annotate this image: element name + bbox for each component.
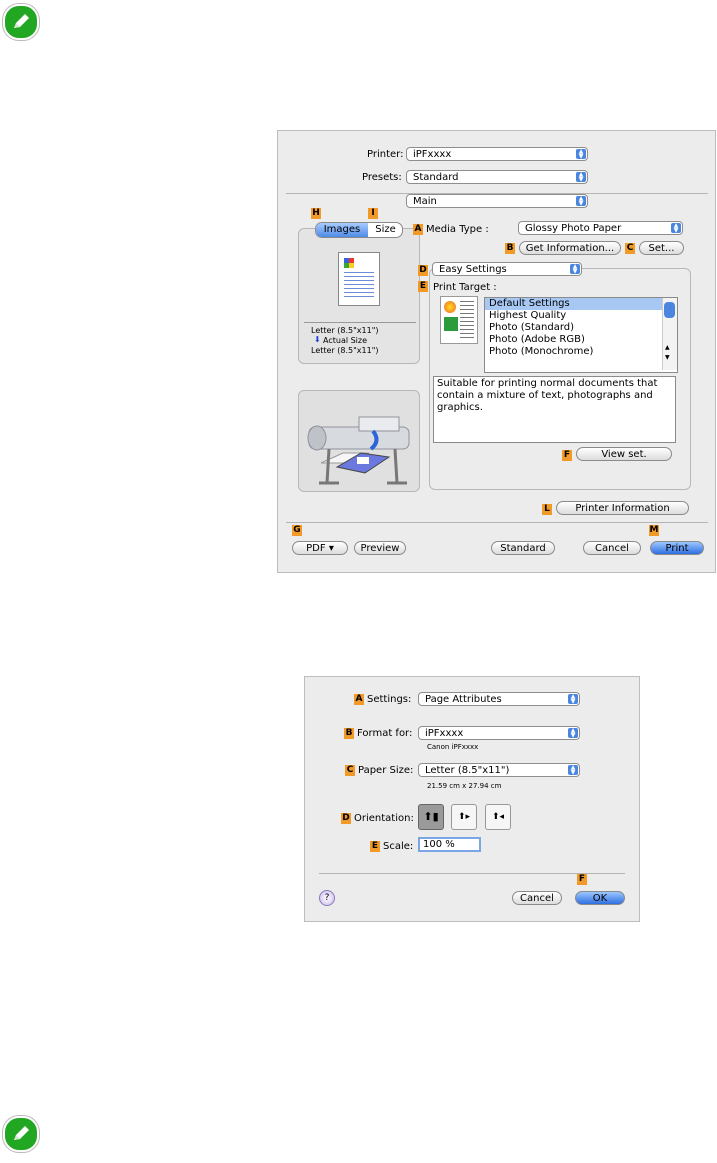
printer-select[interactable]: iPFxxxx ▲ ▼	[406, 147, 588, 161]
popup-arrow-icon: ▲ ▼	[568, 728, 578, 739]
list-scrollbar[interactable]: ▲ ▼	[662, 298, 677, 370]
popup-arrow-icon: ▲ ▼	[568, 765, 578, 776]
key-d: D	[418, 265, 428, 276]
key-c: C	[345, 765, 355, 776]
orientation-landscape-icon[interactable]: ⬆▸	[451, 804, 477, 830]
settings-label: Settings:	[367, 694, 412, 705]
separator	[304, 322, 416, 323]
key-h: H	[311, 208, 321, 219]
preview-size-to: Letter (8.5"x11")	[311, 346, 379, 355]
print-button[interactable]: Print	[650, 541, 704, 555]
tab-size[interactable]: Size	[369, 223, 402, 237]
popup-arrow-icon: ▲ ▼	[570, 264, 580, 275]
printer-illustration	[298, 390, 420, 492]
key-g: G	[292, 525, 302, 536]
print-target-label: Print Target :	[433, 282, 497, 293]
popup-arrow-icon: ▲ ▼	[576, 196, 586, 207]
popup-arrow-icon: ▲ ▼	[576, 149, 586, 160]
easy-settings-select[interactable]: Easy Settings ▲ ▼	[432, 262, 582, 276]
cancel-button[interactable]: Cancel	[583, 541, 641, 555]
format-for-select[interactable]: iPFxxxx ▲ ▼	[418, 726, 580, 740]
key-d: D	[341, 813, 351, 824]
tab-images[interactable]: Images	[316, 223, 368, 237]
note-pencil-icon	[3, 4, 39, 40]
cancel-button[interactable]: Cancel	[512, 891, 562, 905]
key-a: A	[354, 694, 364, 705]
page-thumbnail	[338, 252, 380, 306]
print-dialog: Printer: iPFxxxx ▲ ▼ Presets: Standard ▲ ▼ M…	[277, 130, 716, 573]
list-item[interactable]: Highest Quality	[485, 310, 677, 322]
separator	[286, 522, 708, 523]
target-thumbnail	[440, 296, 478, 344]
key-b: B	[344, 728, 354, 739]
note-pencil-icon	[3, 1116, 39, 1152]
key-m: M	[649, 525, 659, 536]
arrow-down-icon: ⬇	[314, 335, 321, 344]
key-b: B	[505, 243, 515, 254]
page-setup-dialog: A Settings: Page Attributes ▲ ▼ B Format f…	[304, 676, 640, 922]
preview-scale: Actual Size	[323, 336, 368, 345]
list-item[interactable]: Default Settings	[485, 298, 677, 310]
format-for-detail: Canon iPFxxxx	[427, 743, 479, 751]
orientation-portrait-icon[interactable]: ⬆▮	[418, 804, 444, 830]
preview-button[interactable]: Preview	[354, 541, 406, 555]
list-item[interactable]: Photo (Standard)	[485, 322, 677, 334]
panel-select[interactable]: Main ▲ ▼	[406, 194, 588, 208]
popup-arrow-icon: ▲ ▼	[671, 223, 681, 234]
key-a: A	[413, 224, 423, 235]
list-item[interactable]: Photo (Adobe RGB)	[485, 334, 677, 346]
preview-size-from: Letter (8.5"x11")	[311, 326, 379, 335]
key-e: E	[370, 841, 380, 852]
tab-group: Images Size	[315, 222, 403, 238]
scale-label: Scale:	[383, 841, 414, 852]
printer-label: Printer:	[367, 149, 404, 160]
ok-button[interactable]: OK	[575, 891, 625, 905]
media-type-label: Media Type :	[426, 224, 489, 235]
key-c: C	[625, 243, 635, 254]
key-l: L	[542, 504, 552, 515]
orientation-reverse-landscape-icon[interactable]: ⬆◂	[485, 804, 511, 830]
get-information-button[interactable]: Get Information...	[519, 241, 621, 255]
key-f: F	[562, 450, 572, 461]
pdf-button[interactable]: PDF ▾	[292, 541, 348, 555]
format-for-label: Format for:	[357, 728, 413, 739]
scale-input[interactable]: 100 %	[418, 837, 481, 852]
list-item[interactable]: Photo (Monochrome)	[485, 346, 677, 358]
paper-size-label: Paper Size:	[358, 765, 414, 776]
print-target-list[interactable]: Default Settings Highest Quality Photo (…	[484, 297, 678, 373]
media-type-select[interactable]: Glossy Photo Paper ▲ ▼	[518, 221, 683, 235]
presets-select[interactable]: Standard ▲ ▼	[406, 170, 588, 184]
paper-size-select[interactable]: Letter (8.5"x11") ▲ ▼	[418, 763, 580, 777]
view-set-button[interactable]: View set.	[576, 447, 672, 461]
standard-button[interactable]: Standard	[491, 541, 555, 555]
description-box: Suitable for printing normal documents t…	[433, 376, 676, 443]
key-i: I	[368, 208, 378, 219]
set-button[interactable]: Set...	[639, 241, 684, 255]
orientation-label: Orientation:	[354, 813, 414, 824]
help-icon[interactable]: ?	[319, 890, 335, 906]
key-f: F	[577, 874, 587, 885]
key-e: E	[418, 281, 428, 292]
presets-label: Presets:	[362, 172, 402, 183]
settings-select[interactable]: Page Attributes ▲ ▼	[418, 692, 580, 706]
popup-arrow-icon: ▲ ▼	[568, 694, 578, 705]
popup-arrow-icon: ▲ ▼	[576, 172, 586, 183]
paper-size-detail: 21.59 cm x 27.94 cm	[427, 782, 502, 790]
printer-information-button[interactable]: Printer Information	[556, 501, 689, 515]
